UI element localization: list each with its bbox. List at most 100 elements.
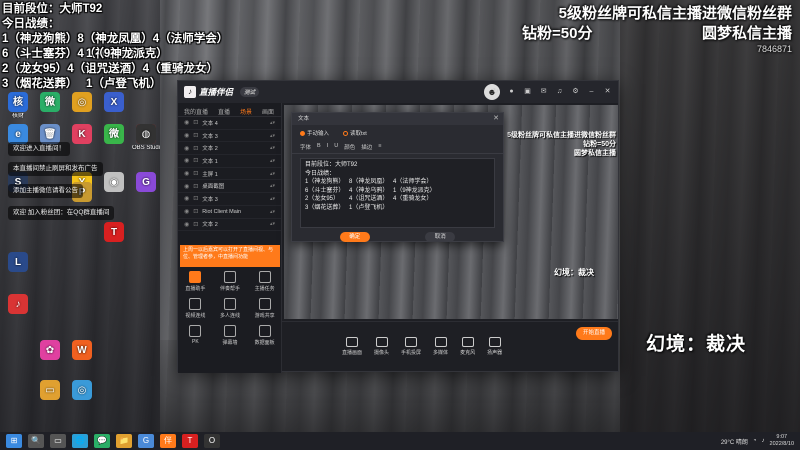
taskbar-app-icon[interactable]: O bbox=[204, 434, 220, 448]
gear-icon[interactable]: ⚙ bbox=[571, 87, 580, 96]
radio-manual[interactable]: 手动输入 bbox=[300, 129, 329, 137]
layer-item[interactable]: ◉ ⊡ 文本 2 ▴▾ bbox=[178, 219, 281, 232]
format-tool[interactable]: B bbox=[317, 143, 321, 151]
text-edit-dialog[interactable]: 文本 ✕ 手动输入 读取txt 字体 B I U 颜色 描边 ≡ 目前段位：大师T92 今日战… bbox=[291, 112, 504, 242]
tool-button[interactable]: 视频连线 bbox=[178, 298, 213, 319]
layer-options-icon[interactable]: ▴▾ bbox=[270, 145, 275, 151]
tool-button[interactable]: 弹幕墙 bbox=[213, 325, 248, 346]
clock[interactable]: 9:07 2022/8/10 bbox=[770, 434, 794, 448]
format-tool[interactable]: 颜色 bbox=[344, 143, 355, 151]
desktop-shortcut[interactable]: ▭ bbox=[36, 380, 64, 401]
layer-item[interactable]: ◉ ⊡ 主屏 1 ▴▾ bbox=[178, 168, 281, 181]
tool-button[interactable]: 数据面板 bbox=[247, 325, 282, 346]
desktop-shortcut[interactable]: ♪ bbox=[4, 294, 32, 315]
tool-button[interactable]: 伴奏帮手 bbox=[213, 271, 248, 292]
volume-icon[interactable]: ♪ bbox=[762, 438, 765, 444]
bell-icon[interactable]: ♫ bbox=[555, 87, 564, 96]
layer-options-icon[interactable]: ▴▾ bbox=[270, 171, 275, 177]
desktop-shortcut[interactable]: L bbox=[4, 252, 32, 273]
layer-item[interactable]: ◉ ⊡ 文本 4 ▴▾ bbox=[178, 117, 281, 130]
refresh-icon[interactable]: ↻ bbox=[491, 87, 500, 96]
taskbar-app-icon[interactable]: T bbox=[182, 434, 198, 448]
tool-button[interactable]: 主播任务 bbox=[247, 271, 282, 292]
lock-icon[interactable]: ⊡ bbox=[193, 119, 198, 126]
weather-text[interactable]: 29°C 晴朗 bbox=[721, 437, 748, 446]
tab-live[interactable]: 直播 bbox=[218, 107, 230, 116]
eye-icon[interactable]: ◉ bbox=[184, 195, 189, 202]
layer-options-icon[interactable]: ▴▾ bbox=[270, 196, 275, 202]
taskbar-app-icon[interactable]: ▭ bbox=[50, 434, 66, 448]
lock-icon[interactable]: ⊡ bbox=[193, 170, 198, 177]
taskbar-app-icon[interactable]: 📁 bbox=[116, 434, 132, 448]
desktop-shortcut[interactable]: G bbox=[132, 172, 160, 193]
wifi-icon[interactable]: ◔ bbox=[753, 438, 757, 444]
taskbar-app-icon[interactable]: 💬 bbox=[94, 434, 110, 448]
tool-button[interactable]: PK bbox=[178, 325, 213, 346]
desktop-shortcut[interactable]: ◎ bbox=[68, 92, 96, 113]
close-icon[interactable]: ✕ bbox=[493, 113, 499, 125]
desktop-shortcut[interactable]: 微 bbox=[100, 124, 128, 145]
desktop-shortcut[interactable]: K bbox=[68, 124, 96, 145]
taskbar-app-icon[interactable]: 🔍 bbox=[28, 434, 44, 448]
format-tool[interactable]: U bbox=[334, 143, 338, 151]
eye-icon[interactable]: ◉ bbox=[184, 221, 189, 228]
tab-my-live[interactable]: 我的直播 bbox=[184, 107, 208, 116]
tool-button[interactable]: 游戏共享 bbox=[247, 298, 282, 319]
minimize-icon[interactable]: – bbox=[587, 87, 596, 96]
layer-options-icon[interactable]: ▴▾ bbox=[270, 133, 275, 139]
tip-banner[interactable]: 上周一以后嘉宾可以打开了直播间视、与位、管理者参，中直播间功能 bbox=[180, 245, 280, 267]
layer-options-icon[interactable]: ▴▾ bbox=[270, 183, 275, 189]
live-control-button[interactable]: 摄像头 bbox=[374, 337, 389, 356]
start-live-button[interactable]: 开始直播 bbox=[576, 327, 612, 340]
layer-options-icon[interactable]: ▴▾ bbox=[270, 158, 275, 164]
lock-icon[interactable]: ⊡ bbox=[193, 145, 198, 152]
eye-icon[interactable]: ◉ bbox=[184, 132, 189, 139]
lock-icon[interactable]: ⊡ bbox=[193, 132, 198, 139]
desktop-shortcut[interactable]: 核核财 bbox=[4, 92, 32, 120]
eye-icon[interactable]: ◉ bbox=[184, 157, 189, 164]
gift-icon[interactable]: ▣ bbox=[523, 87, 532, 96]
record-icon[interactable]: ● bbox=[507, 87, 516, 96]
desktop-shortcut[interactable]: W bbox=[68, 340, 96, 361]
text-input-area[interactable]: 目前段位：大师T92 今日战绩： 1（神龙狗熊） 8（神龙凤凰） 4（法师学会） 6（斗士… bbox=[300, 158, 495, 228]
eye-icon[interactable]: ◉ bbox=[184, 208, 189, 215]
eye-icon[interactable]: ◉ bbox=[184, 183, 189, 190]
format-tool[interactable]: ≡ bbox=[378, 143, 381, 151]
cancel-button[interactable]: 取消 bbox=[425, 232, 456, 242]
layer-item[interactable]: ◉ ⊡ 文本 3 ▴▾ bbox=[178, 193, 281, 206]
layer-item[interactable]: ◉ ⊡ 文本 2 ▴▾ bbox=[178, 142, 281, 156]
desktop-shortcut[interactable]: ✿ bbox=[36, 340, 64, 361]
taskbar-app-icon[interactable]: 伴 bbox=[160, 434, 176, 448]
radio-file[interactable]: 读取txt bbox=[343, 129, 367, 137]
desktop-shortcut[interactable]: ◉ bbox=[100, 172, 128, 193]
lock-icon[interactable]: ⊡ bbox=[193, 208, 198, 215]
eye-icon[interactable]: ◉ bbox=[184, 170, 189, 177]
format-tool[interactable]: 字体 bbox=[300, 143, 311, 151]
lock-icon[interactable]: ⊡ bbox=[193, 195, 198, 202]
desktop-shortcut[interactable]: X bbox=[100, 92, 128, 113]
live-control-button[interactable]: 扬声器 bbox=[487, 337, 502, 356]
desktop-shortcut[interactable]: T bbox=[100, 222, 128, 243]
taskbar-app-icon[interactable]: G bbox=[138, 434, 154, 448]
lock-icon[interactable]: ⊡ bbox=[193, 221, 198, 228]
lock-icon[interactable]: ⊡ bbox=[193, 183, 198, 190]
eye-icon[interactable]: ◉ bbox=[184, 145, 189, 152]
tab-scene[interactable]: 场景 bbox=[240, 107, 252, 116]
layer-options-icon[interactable]: ▴▾ bbox=[270, 209, 275, 215]
live-control-button[interactable]: 麦克风 bbox=[460, 337, 475, 356]
layer-options-icon[interactable]: ▴▾ bbox=[270, 221, 275, 227]
layer-options-icon[interactable]: ▴▾ bbox=[270, 120, 275, 126]
lock-icon[interactable]: ⊡ bbox=[193, 157, 198, 164]
ok-button[interactable]: 确定 bbox=[339, 232, 370, 242]
layer-item[interactable]: ◉ ⊡ 文本 3 ▴▾ bbox=[178, 130, 281, 143]
format-tool[interactable]: 描边 bbox=[361, 143, 372, 151]
desktop-shortcut[interactable]: ◎ bbox=[68, 380, 96, 401]
live-control-button[interactable]: 多媒体 bbox=[433, 337, 448, 356]
layer-item[interactable]: ◉ ⊡ 桌面截图 ▴▾ bbox=[178, 180, 281, 194]
tab-screen[interactable]: 画面 bbox=[262, 107, 274, 116]
mail-icon[interactable]: ✉ bbox=[539, 87, 548, 96]
live-control-button[interactable]: 手机投屏 bbox=[401, 337, 421, 356]
layer-item[interactable]: ◉ ⊡ Riot Client Main ▴▾ bbox=[178, 206, 281, 219]
layer-item[interactable]: ◉ ⊡ 文本 1 ▴▾ bbox=[178, 155, 281, 168]
tool-button[interactable]: 多人连线 bbox=[213, 298, 248, 319]
